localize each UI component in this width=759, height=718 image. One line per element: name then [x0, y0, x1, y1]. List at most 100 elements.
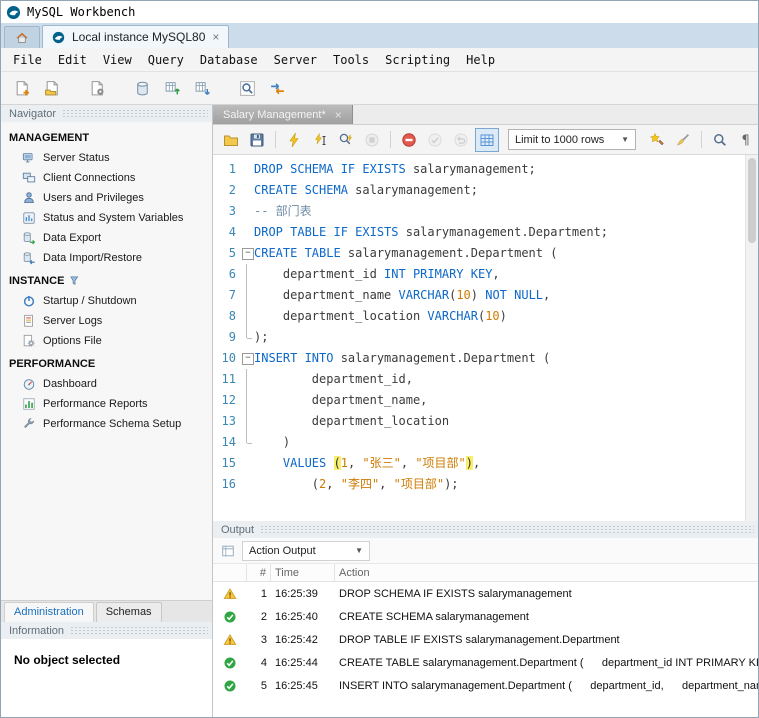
fold-toggle-icon[interactable] [240, 348, 254, 369]
main-toolbar [1, 72, 758, 105]
menu-database[interactable]: Database [192, 50, 266, 70]
sidebar-item-status-and-system-variables[interactable]: Status and System Variables [1, 208, 212, 228]
code-line-10[interactable]: 10 INSERT INTO salarymanagement.Departmen… [213, 348, 745, 369]
execute-current-statement-button[interactable] [308, 128, 332, 152]
code-line-8[interactable]: 8 department_location VARCHAR(10) [213, 306, 745, 327]
close-connection-tab-icon[interactable]: × [212, 31, 219, 43]
toggle-stop-on-error-button[interactable] [397, 128, 421, 152]
menu-help[interactable]: Help [458, 50, 503, 70]
table-data-import-button[interactable] [189, 75, 216, 101]
code-line-1[interactable]: 1 DROP SCHEMA IF EXISTS salarymanagement; [213, 159, 745, 180]
code-line-16[interactable]: 16 (2, "李四", "项目部"); [213, 474, 745, 495]
code-line-5[interactable]: 5 CREATE TABLE salarymanagement.Departmen… [213, 243, 745, 264]
code-line-7[interactable]: 7 department_name VARCHAR(10) NOT NULL, [213, 285, 745, 306]
menu-view[interactable]: View [95, 50, 140, 70]
commit-transaction-button[interactable] [423, 128, 447, 152]
sidebar-item-performance-reports[interactable]: Performance Reports [1, 394, 212, 414]
code-line-11[interactable]: 11 department_id, [213, 369, 745, 390]
output-row-4[interactable]: 4 16:25:44 CREATE TABLE salarymanagement.D… [213, 651, 758, 674]
row-time: 16:25:39 [275, 587, 318, 600]
explain-plan-button[interactable] [334, 128, 358, 152]
table-data-export-button[interactable] [159, 75, 186, 101]
migration-wizard-button[interactable] [264, 75, 291, 101]
line-number: 3 [228, 204, 236, 218]
row-index: 4 [260, 656, 267, 669]
search-table-data-button[interactable] [234, 75, 261, 101]
menu-query[interactable]: Query [140, 50, 192, 70]
editor-scrollbar[interactable] [745, 155, 758, 521]
rollback-transaction-button[interactable] [449, 128, 473, 152]
code-token: "李四" [340, 477, 380, 491]
fold-toggle-icon[interactable] [240, 243, 254, 264]
sidebar-item-options-file[interactable]: Options File [1, 331, 212, 351]
home-tab[interactable] [4, 26, 40, 48]
output-view-selector[interactable]: Action Output ▼ [242, 540, 370, 561]
code-line-2[interactable]: 2 CREATE SCHEMA salarymanagement; [213, 180, 745, 201]
perf-reports-icon [22, 397, 36, 411]
code-line-14[interactable]: 14 ) [213, 432, 745, 453]
line-number: 8 [228, 309, 236, 323]
beautify-script-button[interactable] [671, 128, 695, 152]
sidebar-item-data-import-restore[interactable]: Data Import/Restore [1, 248, 212, 268]
code-line-15[interactable]: 15 VALUES (1, "张三", "项目部"), [213, 453, 745, 474]
open-inspector-button[interactable] [84, 75, 111, 101]
output-table-header: # Time Action [213, 564, 758, 582]
save-script-button[interactable] [245, 128, 269, 152]
sidebar-item-performance-schema-setup[interactable]: Performance Schema Setup [1, 414, 212, 434]
code-line-3[interactable]: 3 -- 部门表 [213, 201, 745, 222]
scrollbar-thumb[interactable] [748, 158, 756, 243]
code-token: , [543, 288, 551, 302]
output-row-1[interactable]: 1 16:25:39 DROP SCHEMA IF EXISTS salaryman… [213, 582, 758, 605]
menu-server[interactable]: Server [266, 50, 325, 70]
stop-execution-button[interactable] [360, 128, 384, 152]
sidebar-tab-administration[interactable]: Administration [4, 602, 94, 622]
output-table-rows: 1 16:25:39 DROP SCHEMA IF EXISTS salaryman… [213, 582, 758, 717]
connection-tab[interactable]: Local instance MySQL80 × [42, 25, 230, 48]
save-snippet-button[interactable] [645, 128, 669, 152]
stop-gray-icon [364, 132, 380, 148]
open-script-button[interactable] [219, 128, 243, 152]
sidebar-item-users-and-privileges[interactable]: Users and Privileges [1, 188, 212, 208]
sidebar-tab-schemas[interactable]: Schemas [95, 602, 162, 622]
create-schema-button[interactable] [129, 75, 156, 101]
row-action: DROP SCHEMA IF EXISTS salarymanagement [339, 587, 572, 600]
sidebar-item-startup-shutdown[interactable]: Startup / Shutdown [1, 291, 212, 311]
sidebar-item-server-status[interactable]: Server Status [1, 148, 212, 168]
titlebar: MySQL Workbench [1, 1, 758, 23]
code-area[interactable]: 1 DROP SCHEMA IF EXISTS salarymanagement;… [213, 155, 745, 521]
code-line-6[interactable]: 6 department_id INT PRIMARY KEY, [213, 264, 745, 285]
dashboard-icon [22, 377, 36, 391]
menu-file[interactable]: File [5, 50, 50, 70]
startup-icon [22, 294, 36, 308]
toggle-limit-rows-button[interactable] [475, 127, 499, 152]
code-line-text: CREATE SCHEMA salarymanagement; [254, 180, 478, 201]
doc-plus-icon [14, 80, 31, 97]
menu-edit[interactable]: Edit [50, 50, 95, 70]
code-token: 10 [456, 288, 471, 302]
output-row-3[interactable]: 3 16:25:42 DROP TABLE IF EXISTS salarymana… [213, 628, 758, 651]
section-header-instance: INSTANCE [1, 268, 212, 291]
sidebar-item-server-logs[interactable]: Server Logs [1, 311, 212, 331]
output-row-2[interactable]: 2 16:25:40 CREATE SCHEMA salarymanagement [213, 605, 758, 628]
code-line-4[interactable]: 4 DROP TABLE IF EXISTS salarymanagement.D… [213, 222, 745, 243]
menu-scripting[interactable]: Scripting [377, 50, 458, 70]
sidebar-item-client-connections[interactable]: Client Connections [1, 168, 212, 188]
output-row-5[interactable]: 5 16:25:45 INSERT INTO salarymanagement.De… [213, 674, 758, 697]
code-line-13[interactable]: 13 department_location [213, 411, 745, 432]
menu-tools[interactable]: Tools [325, 50, 377, 70]
sidebar-item-dashboard[interactable]: Dashboard [1, 374, 212, 394]
limit-rows-dropdown[interactable]: Limit to 1000 rows ▼ [508, 129, 636, 150]
chevron-down-icon: ▼ [621, 135, 629, 144]
execute-script-button[interactable] [282, 128, 306, 152]
open-sql-script-button[interactable] [39, 75, 66, 101]
new-query-tab-button[interactable] [9, 75, 36, 101]
sidebar-item-data-export[interactable]: Data Export [1, 228, 212, 248]
close-editor-tab-icon[interactable]: × [335, 109, 342, 121]
toggle-invisible-characters-button[interactable]: ¶ [734, 128, 758, 152]
db-icon [134, 80, 151, 97]
code-line-9[interactable]: 9); [213, 327, 745, 348]
code-line-12[interactable]: 12 department_name, [213, 390, 745, 411]
find-panel-button[interactable] [708, 128, 732, 152]
code-line-text: CREATE TABLE salarymanagement.Department… [254, 243, 557, 264]
editor-tab-salary-management[interactable]: Salary Management* × [213, 105, 353, 124]
